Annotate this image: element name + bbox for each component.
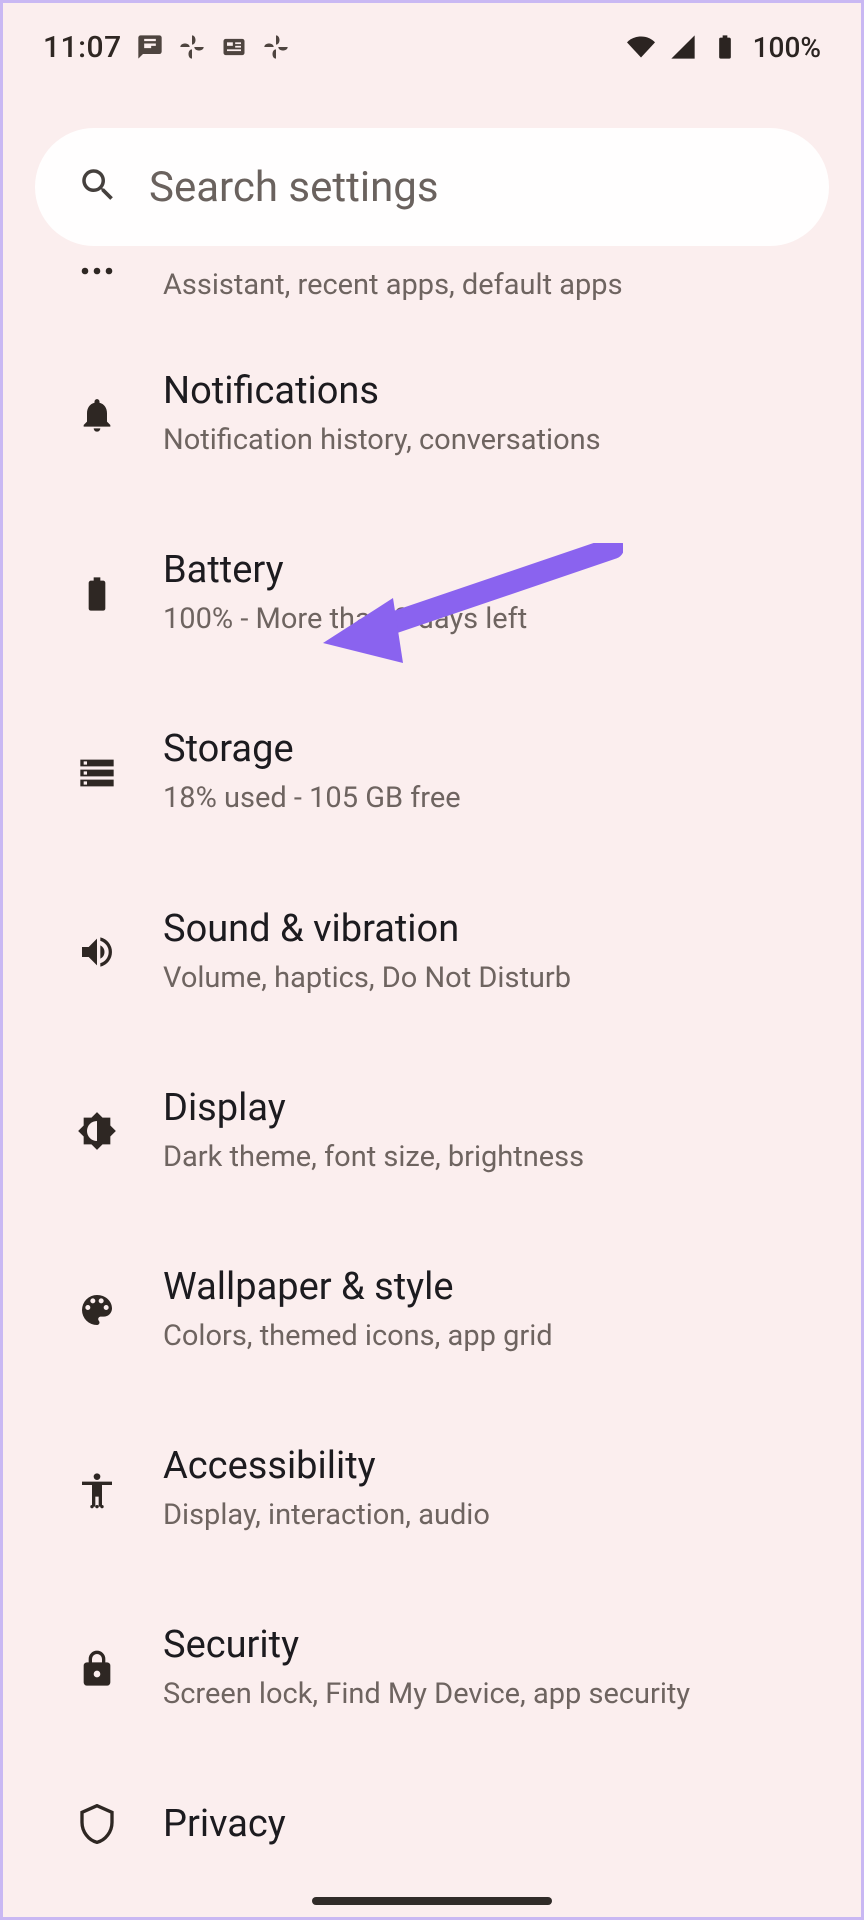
storage-icon: [73, 753, 121, 793]
search-bar[interactable]: Search settings: [35, 128, 829, 246]
item-subtitle: Assistant, recent apps, default apps: [163, 266, 623, 305]
settings-item-display[interactable]: Display Dark theme, font size, brightnes…: [3, 1042, 861, 1221]
bell-icon: [73, 395, 121, 435]
settings-item-storage[interactable]: Storage 18% used - 105 GB free: [3, 683, 861, 862]
privacy-icon: [73, 1804, 121, 1844]
pinwheel-icon-2: [262, 33, 290, 61]
status-bar: 11:07 100%: [3, 3, 861, 73]
item-title: Notifications: [163, 369, 601, 413]
clock: 11:07: [43, 30, 122, 65]
item-text: Sound & vibration Volume, haptics, Do No…: [163, 907, 571, 998]
item-title: Sound & vibration: [163, 907, 571, 951]
status-left: 11:07: [43, 30, 290, 65]
accessibility-icon: [73, 1470, 121, 1510]
settings-item-battery[interactable]: Battery 100% - More than 2 days left: [3, 504, 861, 683]
search-placeholder: Search settings: [149, 163, 439, 212]
overflow-icon: [73, 266, 121, 276]
item-title: Display: [163, 1086, 584, 1130]
status-right: 100%: [627, 31, 821, 64]
settings-item-notifications[interactable]: Notifications Notification history, conv…: [3, 325, 861, 504]
item-text: Display Dark theme, font size, brightnes…: [163, 1086, 584, 1177]
battery-percent-label: 100%: [753, 31, 821, 64]
item-text: Privacy: [163, 1802, 286, 1846]
settings-list[interactable]: Assistant, recent apps, default apps Not…: [3, 246, 861, 1846]
item-text: Battery 100% - More than 2 days left: [163, 548, 527, 639]
palette-icon: [73, 1290, 121, 1330]
news-icon: [220, 33, 248, 61]
search-container: Search settings: [3, 73, 861, 246]
message-icon: [136, 33, 164, 61]
settings-item-security[interactable]: Security Screen lock, Find My Device, ap…: [3, 1579, 861, 1758]
item-title: Privacy: [163, 1802, 286, 1846]
item-subtitle: Screen lock, Find My Device, app securit…: [163, 1675, 690, 1714]
wifi-icon: [627, 33, 655, 61]
item-subtitle: Notification history, conversations: [163, 421, 601, 460]
item-text: Wallpaper & style Colors, themed icons, …: [163, 1265, 553, 1356]
item-subtitle: Display, interaction, audio: [163, 1496, 490, 1535]
battery-icon: [73, 574, 121, 614]
item-text: Accessibility Display, interaction, audi…: [163, 1444, 490, 1535]
sound-icon: [73, 932, 121, 972]
item-subtitle: 100% - More than 2 days left: [163, 600, 527, 639]
item-subtitle: Volume, haptics, Do Not Disturb: [163, 959, 571, 998]
item-text: Security Screen lock, Find My Device, ap…: [163, 1623, 690, 1714]
item-text: Notifications Notification history, conv…: [163, 369, 601, 460]
item-text: Assistant, recent apps, default apps: [163, 266, 623, 305]
brightness-icon: [73, 1111, 121, 1151]
battery-status-icon: [711, 33, 739, 61]
settings-item-wallpaper[interactable]: Wallpaper & style Colors, themed icons, …: [3, 1221, 861, 1400]
settings-item-privacy[interactable]: Privacy: [3, 1758, 861, 1846]
settings-item-accessibility[interactable]: Accessibility Display, interaction, audi…: [3, 1400, 861, 1579]
gesture-nav-handle[interactable]: [312, 1897, 552, 1905]
pinwheel-icon: [178, 33, 206, 61]
item-title: Accessibility: [163, 1444, 490, 1488]
settings-item-sound[interactable]: Sound & vibration Volume, haptics, Do No…: [3, 863, 861, 1042]
lock-icon: [73, 1649, 121, 1689]
item-subtitle: 18% used - 105 GB free: [163, 779, 461, 818]
item-title: Security: [163, 1623, 690, 1667]
search-icon: [77, 164, 119, 210]
item-title: Wallpaper & style: [163, 1265, 553, 1309]
settings-item-apps[interactable]: Assistant, recent apps, default apps: [3, 246, 861, 325]
item-subtitle: Colors, themed icons, app grid: [163, 1317, 553, 1356]
item-title: Storage: [163, 727, 461, 771]
signal-icon: [669, 33, 697, 61]
item-subtitle: Dark theme, font size, brightness: [163, 1138, 584, 1177]
item-title: Battery: [163, 548, 527, 592]
item-text: Storage 18% used - 105 GB free: [163, 727, 461, 818]
